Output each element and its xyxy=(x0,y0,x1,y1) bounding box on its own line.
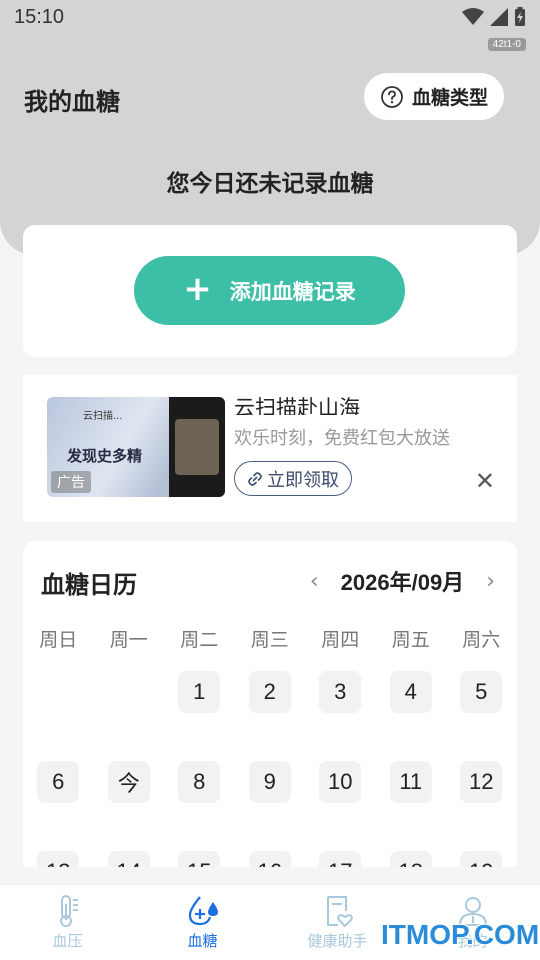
page-title: 我的血糖 xyxy=(24,88,120,116)
weekday-label: 周日 xyxy=(39,629,78,651)
weekday-header: 周日 周一 周二 周三 周四 周五 周六 xyxy=(23,625,517,652)
plus-icon: + xyxy=(183,269,212,309)
header-background xyxy=(0,0,540,255)
weekday-label: 周四 xyxy=(321,629,360,651)
calendar-day[interactable]: 19 xyxy=(460,851,503,867)
ad-claim-label: 立即领取 xyxy=(267,469,339,491)
prev-month-icon[interactable]: ‹ xyxy=(310,569,319,594)
calendar-day[interactable]: 6 xyxy=(37,761,80,803)
calendar-day[interactable]: 17 xyxy=(319,851,362,867)
glucose-type-label: 血糖类型 xyxy=(411,87,488,109)
add-record-card: + 添加血糖记录 xyxy=(23,225,517,357)
site-watermark: ITMOP.COM xyxy=(381,919,540,950)
ad-label: 广告 xyxy=(51,471,91,493)
glucose-type-button[interactable]: 血糖类型 xyxy=(363,73,504,120)
calendar-day[interactable]: 11 xyxy=(389,761,432,803)
calendar-day[interactable]: 5 xyxy=(460,671,503,713)
status-icons xyxy=(462,7,526,27)
add-record-label: 添加血糖记录 xyxy=(229,279,356,304)
weekday-label: 周三 xyxy=(250,629,289,651)
weekday-label: 周二 xyxy=(180,629,219,651)
tab-blood-glucose[interactable]: 血糖 xyxy=(135,885,270,960)
ad-image-top-text: 云扫描... xyxy=(83,411,123,422)
blood-drop-icon xyxy=(188,896,218,926)
ad-image-main-text: 发现史多精 xyxy=(67,447,143,465)
status-bar: 15:10 xyxy=(0,0,540,34)
calendar-day[interactable]: 2 xyxy=(248,671,291,713)
next-month-icon[interactable]: › xyxy=(486,569,495,594)
ad-image-map xyxy=(175,419,219,475)
ad-title: 云扫描赴山海 xyxy=(234,396,360,415)
thermometer-icon xyxy=(59,895,78,927)
no-record-notice: 您今日还未记录血糖 xyxy=(166,171,374,197)
help-circle-icon xyxy=(381,85,403,108)
calendar-week: 6 今 8 9 10 11 12 xyxy=(23,761,517,851)
calendar-day[interactable]: 10 xyxy=(319,761,362,803)
weekday-label: 周六 xyxy=(462,629,501,651)
calendar-title: 血糖日历 xyxy=(41,571,137,599)
signal-icon xyxy=(490,8,508,26)
health-doc-icon xyxy=(326,896,353,928)
calendar-grid: 1 2 3 4 5 6 今 8 9 10 11 12 13 14 15 16 1… xyxy=(23,671,517,867)
ad-subtitle: 欢乐时刻，免费红包大放送 xyxy=(234,428,450,449)
calendar-week: 13 14 15 16 17 18 19 xyxy=(23,851,517,867)
ad-close-icon[interactable]: ✕ xyxy=(475,467,495,495)
weekday-label: 周五 xyxy=(391,629,430,651)
link-icon xyxy=(248,471,262,486)
build-tag: 42t1-0 xyxy=(487,38,526,51)
calendar-day[interactable]: 8 xyxy=(178,761,221,803)
ad-claim-button[interactable]: 立即领取 xyxy=(234,461,352,496)
calendar-week: 1 2 3 4 5 xyxy=(23,671,517,761)
calendar-day[interactable]: 15 xyxy=(178,851,221,867)
tab-blood-pressure[interactable]: 血压 xyxy=(0,885,135,960)
calendar-day[interactable]: 18 xyxy=(389,851,432,867)
status-time: 15:10 xyxy=(14,5,65,28)
calendar-day[interactable]: 3 xyxy=(319,671,362,713)
calendar-day[interactable]: 1 xyxy=(178,671,221,713)
calendar-day[interactable]: 9 xyxy=(248,761,291,803)
glucose-calendar: 血糖日历 ‹ 2026年/09月 › 周日 周一 周二 周三 周四 周五 周六 … xyxy=(23,541,517,867)
calendar-day[interactable]: 16 xyxy=(248,851,291,867)
ad-banner[interactable]: 云扫描... 发现史多精 广告 云扫描赴山海 欢乐时刻，免费红包大放送 立即领取… xyxy=(23,375,517,522)
calendar-month-nav: ‹ 2026年/09月 › xyxy=(310,565,495,597)
calendar-day[interactable]: 13 xyxy=(37,851,80,867)
tab-label: 血压 xyxy=(52,932,83,950)
add-record-button[interactable]: + 添加血糖记录 xyxy=(134,256,405,325)
calendar-day[interactable]: 12 xyxy=(460,761,503,803)
calendar-day-today[interactable]: 今 xyxy=(107,761,150,803)
calendar-day[interactable]: 14 xyxy=(107,851,150,867)
ad-image[interactable]: 云扫描... 发现史多精 广告 xyxy=(47,397,225,497)
calendar-day[interactable]: 4 xyxy=(389,671,432,713)
tab-label: 健康助手 xyxy=(307,932,368,950)
wifi-icon xyxy=(462,8,484,25)
weekday-label: 周一 xyxy=(109,629,148,651)
battery-icon xyxy=(515,7,525,26)
tab-label: 血糖 xyxy=(187,932,218,950)
calendar-month: 2026年/09月 xyxy=(340,570,465,595)
